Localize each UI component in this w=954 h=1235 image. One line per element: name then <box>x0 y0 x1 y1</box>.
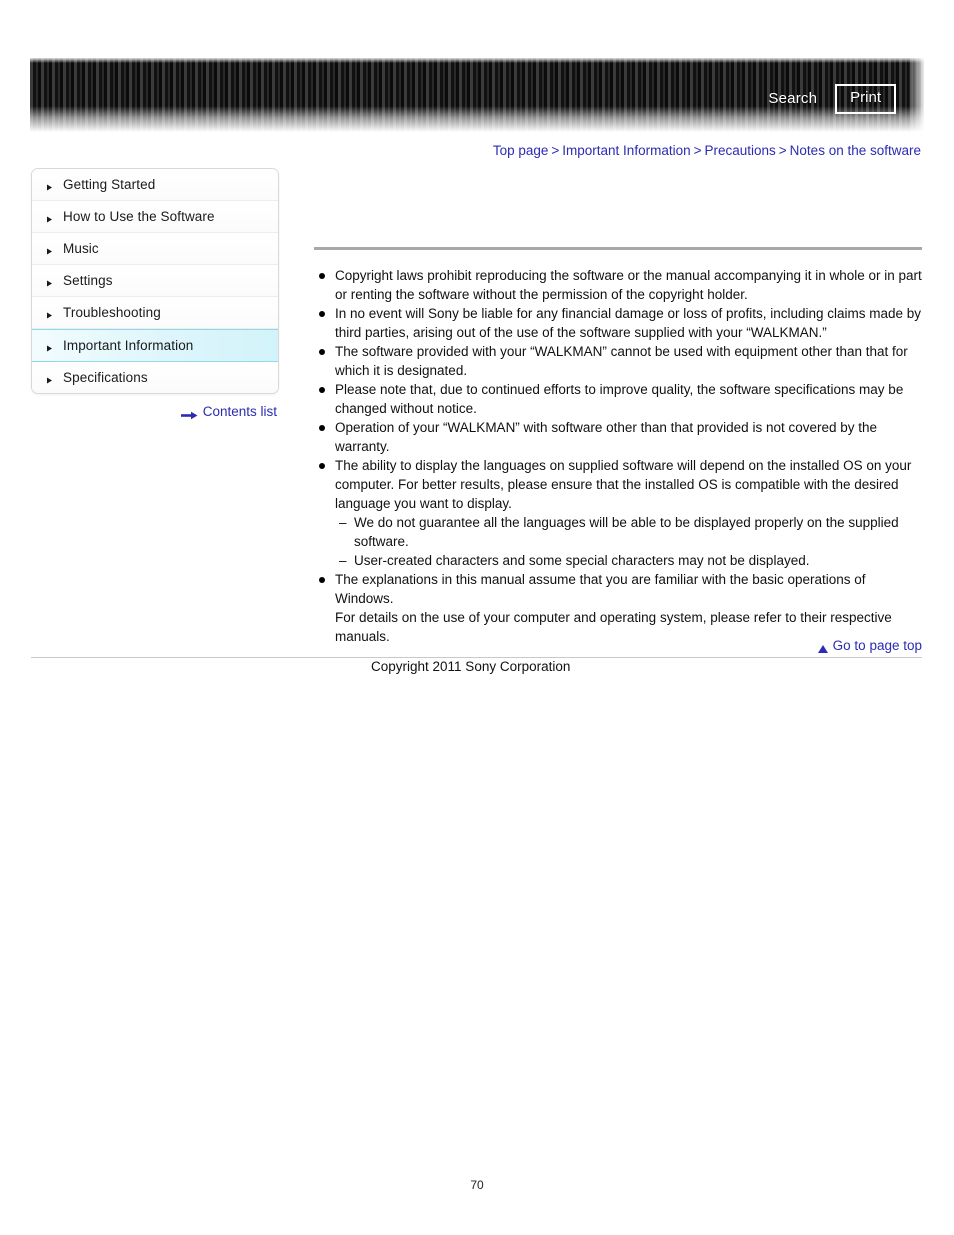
sidebar-item-important-information[interactable]: Important Information <box>32 329 278 362</box>
go-to-page-top-link[interactable]: Go to page top <box>833 638 922 653</box>
sidebar-item-music[interactable]: Music <box>32 233 278 265</box>
bullet-text: The ability to display the languages on … <box>335 457 912 511</box>
list-item: Please note that, due to continued effor… <box>314 380 922 418</box>
sidebar-item-getting-started[interactable]: Getting Started <box>32 169 278 201</box>
bullet-text: Copyright laws prohibit reproducing the … <box>335 267 922 302</box>
sidebar-item-settings[interactable]: Settings <box>32 265 278 297</box>
contents-list-link[interactable]: Contents list <box>203 404 277 419</box>
triangle-right-icon <box>45 308 54 319</box>
copyright-text: Copyright 2011 Sony Corporation <box>371 659 571 674</box>
sub-list-item: User-created characters and some special… <box>339 551 922 570</box>
breadcrumb-item-precautions[interactable]: Precautions <box>704 143 775 158</box>
sidebar-item-label: How to Use the Software <box>63 208 215 224</box>
triangle-right-icon <box>45 244 54 255</box>
list-item: Copyright laws prohibit reproducing the … <box>314 266 922 304</box>
triangle-right-icon <box>45 180 54 191</box>
footer-divider <box>31 657 922 658</box>
bullet-text: Operation of your “WALKMAN” with softwar… <box>335 419 878 454</box>
sub-bullet-list: We do not guarantee all the languages wi… <box>335 513 922 570</box>
bullet-text: Please note that, due to continued effor… <box>335 381 904 416</box>
bullet-text: The explanations in this manual assume t… <box>335 571 866 606</box>
sidebar-item-how-to-use-the-software[interactable]: How to Use the Software <box>32 201 278 233</box>
list-item: The explanations in this manual assume t… <box>314 570 922 646</box>
triangle-right-icon <box>45 373 54 384</box>
list-item: In no event will Sony be liable for any … <box>314 304 922 342</box>
contents-list-row: Contents list <box>31 404 277 420</box>
sidebar-item-troubleshooting[interactable]: Troubleshooting <box>32 297 278 329</box>
list-item: The ability to display the languages on … <box>314 456 922 570</box>
go-to-page-top-row: Go to page top <box>314 638 922 653</box>
breadcrumb-separator: > <box>551 143 560 158</box>
breadcrumb-item-top-page[interactable]: Top page <box>493 143 549 158</box>
sidebar-item-label: Settings <box>63 272 113 288</box>
list-item: The software provided with your “WALKMAN… <box>314 342 922 380</box>
sidebar-item-specifications[interactable]: Specifications <box>32 362 278 393</box>
sidebar-item-label: Specifications <box>63 369 148 385</box>
bullet-text: In no event will Sony be liable for any … <box>335 305 922 340</box>
sub-list-item: We do not guarantee all the languages wi… <box>339 513 922 551</box>
print-button[interactable]: Print <box>835 84 896 114</box>
page-number: 70 <box>470 1178 484 1192</box>
triangle-up-icon <box>817 641 829 653</box>
page-title <box>314 179 922 235</box>
bullet-text: The software provided with your “WALKMAN… <box>335 343 908 378</box>
breadcrumb-separator: > <box>778 143 787 158</box>
header-tools: Search Print <box>768 84 896 114</box>
triangle-right-icon <box>45 276 54 287</box>
sidebar-item-label: Important Information <box>63 337 194 353</box>
notes-bullet-list: Copyright laws prohibit reproducing the … <box>314 266 922 646</box>
triangle-right-icon <box>45 212 54 223</box>
list-item: Operation of your “WALKMAN” with softwar… <box>314 418 922 456</box>
breadcrumb-separator: > <box>693 143 702 158</box>
arrow-right-icon <box>180 407 198 420</box>
header-banner: Search Print <box>30 58 924 132</box>
sidebar-nav: Getting Started How to Use the Software … <box>31 168 279 394</box>
main-content: Copyright laws prohibit reproducing the … <box>314 168 922 646</box>
title-divider <box>314 246 922 250</box>
sidebar-item-label: Music <box>63 240 99 256</box>
breadcrumb-item-important-information[interactable]: Important Information <box>562 143 690 158</box>
breadcrumb: Top page > Important Information > Precautio… <box>493 143 921 158</box>
sidebar-item-label: Troubleshooting <box>63 304 161 320</box>
triangle-right-icon <box>45 341 54 352</box>
sidebar-item-label: Getting Started <box>63 176 156 192</box>
search-link[interactable]: Search <box>768 90 817 107</box>
breadcrumb-item-notes-on-the-software[interactable]: Notes on the software <box>790 143 921 158</box>
